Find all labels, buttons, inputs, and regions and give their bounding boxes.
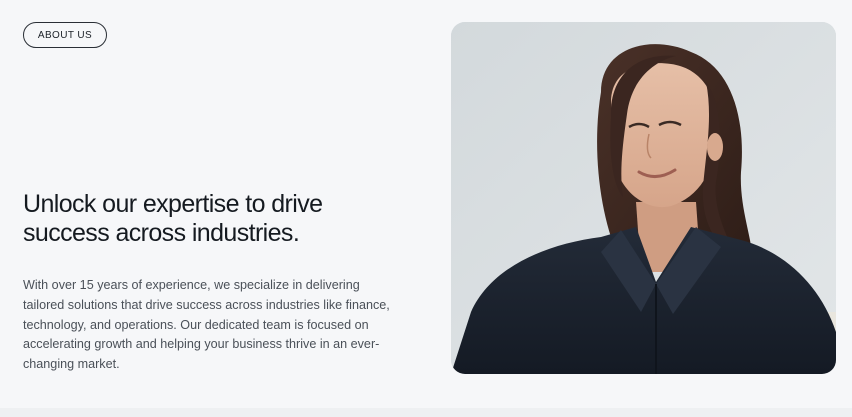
about-us-badge-label: ABOUT US xyxy=(37,29,93,41)
about-section: ABOUT US Unlock our expertise to drive s… xyxy=(0,0,852,417)
section-headline: Unlock our expertise to drive success ac… xyxy=(23,190,323,247)
team-member-photo xyxy=(451,22,836,374)
portrait-illustration xyxy=(451,22,836,374)
about-us-badge[interactable]: ABOUT US xyxy=(23,22,107,48)
section-divider xyxy=(0,408,852,417)
section-description: With over 15 years of experience, we spe… xyxy=(23,278,390,372)
